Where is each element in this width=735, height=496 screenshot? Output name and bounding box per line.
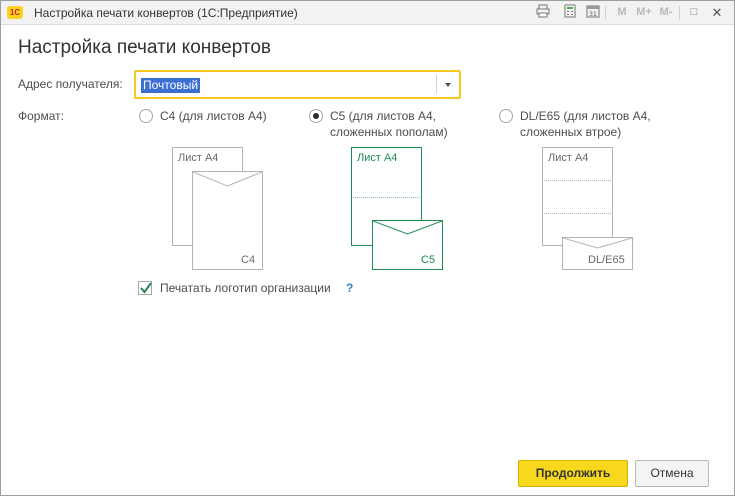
format-radio-dl[interactable] xyxy=(499,109,513,123)
fold-line xyxy=(353,197,420,198)
print-icon-graphic xyxy=(536,4,550,18)
toolbar-separator xyxy=(605,6,606,20)
format-radio-c4[interactable] xyxy=(139,109,153,123)
format-option-c5-label-line2[interactable]: сложенных пополам) xyxy=(330,124,448,140)
checkmark-icon xyxy=(140,282,152,294)
cancel-button[interactable]: Отмена xyxy=(635,460,709,487)
format-option-dl-label-line2[interactable]: сложенных втрое) xyxy=(520,124,621,140)
envelope-flap-icon xyxy=(373,221,442,235)
format-label: Формат: xyxy=(18,109,64,123)
c4-envelope-label: C4 xyxy=(241,254,256,266)
dl-envelope-label: DL/E65 xyxy=(588,254,625,266)
close-button[interactable]: ✕ xyxy=(708,4,726,21)
c5-sheet-label: Лист А4 xyxy=(357,152,398,164)
print-logo-label[interactable]: Печатать логотип организации xyxy=(160,281,331,295)
format-option-dl-label[interactable]: DL/E65 (для листов А4, xyxy=(520,108,651,124)
dl-sheet-label: Лист А4 xyxy=(548,152,589,164)
envelope-flap-icon xyxy=(193,172,262,187)
calendar-icon-graphic: 31 xyxy=(586,5,600,18)
chevron-down-icon[interactable] xyxy=(445,83,451,87)
dialog-window: 1С Настройка печати конвертов (1С:Предпр… xyxy=(0,0,735,496)
print-icon[interactable] xyxy=(534,4,552,21)
continue-button[interactable]: Продолжить xyxy=(518,460,628,487)
svg-text:31: 31 xyxy=(589,11,597,18)
memory-plus-button[interactable]: M+ xyxy=(635,4,653,21)
calculator-icon-graphic xyxy=(564,4,576,18)
title-bar: 1С Настройка печати конвертов (1С:Предпр… xyxy=(1,1,734,25)
calculator-icon[interactable] xyxy=(561,4,579,21)
help-icon[interactable]: ? xyxy=(346,281,353,295)
print-logo-checkbox[interactable] xyxy=(138,281,152,295)
fold-line xyxy=(544,180,611,181)
recipient-address-value: Почтовый xyxy=(141,78,201,93)
memory-button[interactable]: M xyxy=(613,4,631,21)
recipient-address-label: Адрес получателя: xyxy=(18,77,123,91)
envelope-flap-icon xyxy=(563,238,632,249)
maximize-button[interactable]: □ xyxy=(685,4,703,21)
format-radio-c5[interactable] xyxy=(309,109,323,123)
format-option-c4-label[interactable]: C4 (для листов А4) xyxy=(160,108,267,124)
calendar-icon[interactable]: 31 xyxy=(584,4,602,21)
app-logo-icon: 1С xyxy=(7,6,23,19)
memory-minus-button[interactable]: M- xyxy=(657,4,675,21)
c5-envelope-label: C5 xyxy=(421,254,436,266)
fold-line xyxy=(544,213,611,214)
window-title: Настройка печати конвертов (1С:Предприят… xyxy=(34,6,298,20)
select-divider xyxy=(436,75,437,94)
toolbar-separator xyxy=(679,6,680,20)
page-title: Настройка печати конвертов xyxy=(18,37,272,58)
format-option-c5-label[interactable]: C5 (для листов А4, xyxy=(330,108,436,124)
c4-sheet-label: Лист А4 xyxy=(178,152,219,164)
recipient-address-select[interactable]: Почтовый xyxy=(134,70,461,99)
